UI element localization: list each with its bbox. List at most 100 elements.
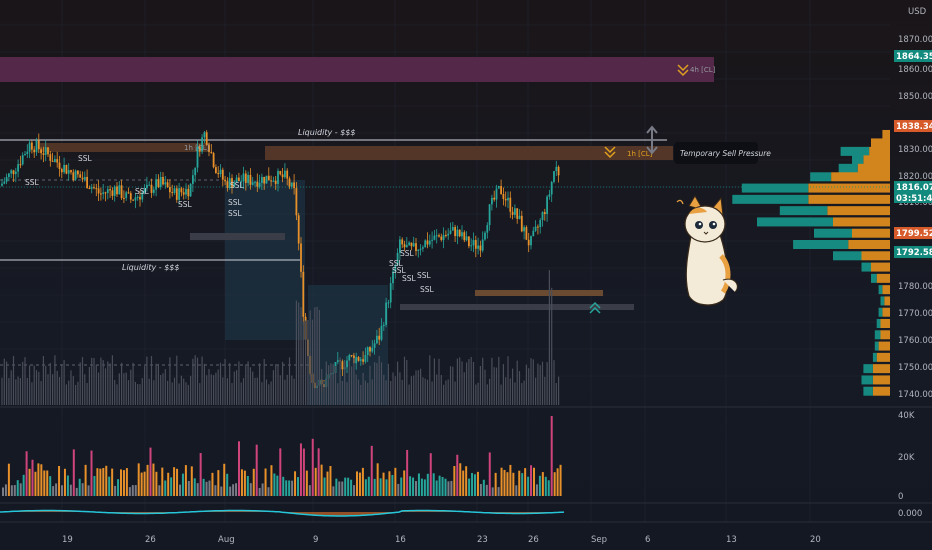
- volume-profile-bar: [757, 217, 833, 227]
- candle-body: [284, 170, 286, 178]
- candle-body: [58, 162, 61, 170]
- volume-profile-bar: [878, 307, 883, 317]
- volume-bar: [199, 453, 202, 496]
- volume-bar: [208, 480, 211, 496]
- candle-body: [454, 227, 456, 237]
- time-tick: 16: [395, 535, 406, 545]
- volume-bar: [158, 485, 161, 496]
- volume-profile-bar: [779, 206, 828, 216]
- candle-body: [491, 197, 493, 205]
- candle-body: [24, 153, 26, 156]
- candle-body: [100, 193, 102, 195]
- volume-bar: [373, 478, 376, 496]
- candle-body: [81, 177, 84, 180]
- volume-bar: [240, 469, 243, 496]
- volume-bar: [329, 465, 332, 496]
- volume-bar: [485, 484, 488, 496]
- candle-body: [205, 132, 208, 145]
- ssl-label: SSL: [417, 271, 432, 280]
- volume-profile-bar: [852, 228, 890, 238]
- candle-body: [516, 208, 519, 219]
- volume-bar: [338, 481, 341, 496]
- volume-bar: [122, 470, 125, 496]
- candle-body: [127, 192, 130, 194]
- candle-body: [157, 179, 160, 187]
- volume-profile-bar: [869, 146, 890, 156]
- volume-tick: 20K: [898, 453, 915, 463]
- price-tick: 1760.000: [898, 336, 932, 346]
- volume-bar: [167, 472, 170, 496]
- volume-bar: [134, 485, 137, 496]
- volume-profile-bar: [840, 146, 870, 156]
- volume-bar: [317, 448, 320, 496]
- volume-bar: [255, 444, 258, 496]
- candle-body: [90, 187, 93, 189]
- volume-bar: [465, 466, 468, 496]
- candle-body: [493, 197, 496, 200]
- volume-bar: [385, 479, 388, 496]
- candle-body: [511, 211, 514, 215]
- volume-profile-bar: [732, 194, 809, 204]
- candle-body: [261, 176, 263, 183]
- candle-body: [83, 176, 86, 180]
- volume-bar: [358, 472, 361, 496]
- trading-chart[interactable]: Liquidity - $$$ Liquidity - $$$ SSL SSL …: [0, 0, 932, 550]
- candle-body: [431, 239, 433, 241]
- volume-bar: [533, 467, 535, 496]
- volume-bar: [84, 464, 87, 496]
- candle-body: [185, 188, 187, 195]
- candle-body: [180, 188, 183, 193]
- candle-body: [277, 170, 279, 184]
- candle-body: [378, 335, 381, 340]
- volume-bar: [367, 476, 370, 496]
- candle-body: [28, 142, 31, 152]
- volume-bar: [291, 480, 294, 496]
- time-tick: 13: [726, 535, 737, 545]
- volume-bar: [314, 467, 317, 496]
- volume-bar: [491, 487, 494, 496]
- time-tick: 23: [477, 535, 488, 545]
- volume-bar: [417, 473, 420, 496]
- volume-bar: [547, 480, 550, 496]
- volume-bar: [75, 487, 78, 496]
- candle-body: [37, 140, 40, 150]
- candle-body: [403, 244, 406, 248]
- candle-body: [456, 229, 459, 237]
- candle-body: [265, 175, 268, 184]
- volume-bar: [456, 454, 459, 496]
- candle-body: [47, 147, 49, 155]
- candle-body: [534, 226, 537, 231]
- volume-profile-bar: [833, 251, 862, 261]
- volume-profile-bar: [861, 375, 873, 385]
- candle-body: [77, 170, 79, 175]
- candle-body: [120, 185, 123, 198]
- candle-body: [495, 188, 498, 200]
- volume-profile-bar: [808, 183, 890, 193]
- volume-bar: [226, 473, 229, 496]
- volume-bar: [16, 480, 19, 496]
- candle-body: [125, 192, 128, 199]
- volume-bar: [459, 463, 462, 496]
- volume-bar: [46, 470, 49, 496]
- candle-body: [366, 347, 369, 356]
- candle-body: [380, 326, 383, 340]
- volume-profile-bar: [872, 386, 890, 396]
- volume-bar: [78, 478, 81, 496]
- volume-bar: [81, 483, 84, 496]
- volume-bar: [521, 473, 524, 496]
- volume-profile-bar: [880, 330, 890, 340]
- candle-body: [555, 166, 558, 172]
- candle-body: [129, 193, 132, 200]
- candle-body: [217, 172, 220, 175]
- ssl-label: SSL: [135, 187, 150, 196]
- volume-bar: [400, 477, 403, 496]
- volume-profile-bar: [827, 206, 890, 216]
- volume-bar: [152, 463, 155, 496]
- candle-body: [221, 169, 224, 180]
- volume-bar: [285, 480, 288, 496]
- candle-body: [539, 220, 542, 227]
- candle-body: [295, 188, 298, 216]
- price-tag-text: 1792.582: [896, 248, 932, 258]
- candle-body: [523, 227, 525, 232]
- volume-bar: [93, 476, 96, 496]
